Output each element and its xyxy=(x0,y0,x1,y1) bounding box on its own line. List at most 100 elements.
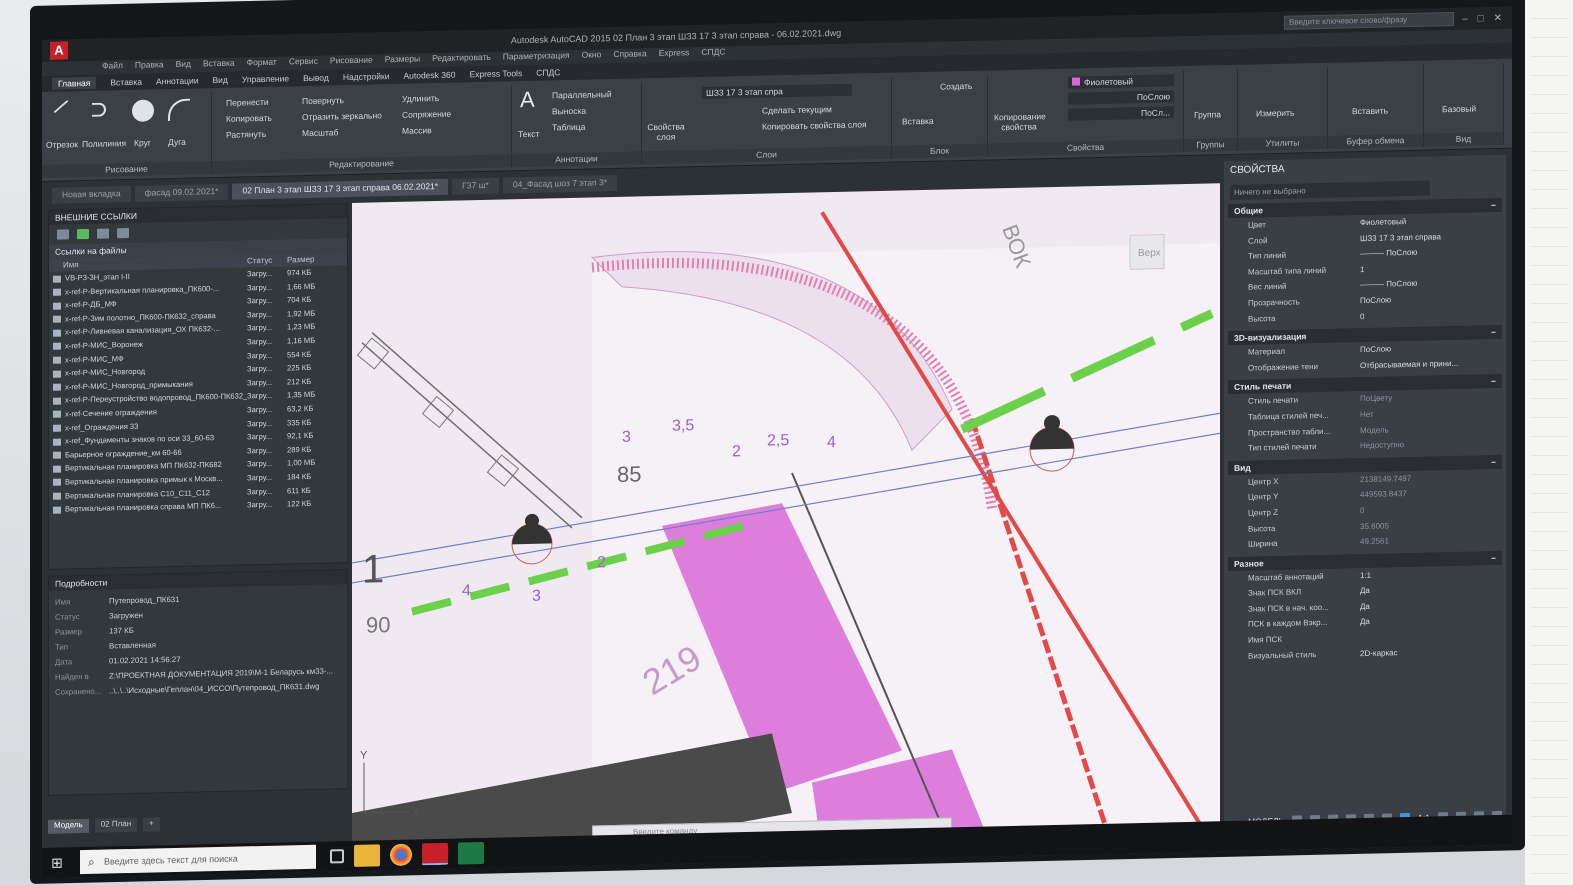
col-size[interactable]: Размер xyxy=(287,252,337,266)
circle-icon[interactable] xyxy=(132,99,154,122)
tool-layer-properties[interactable]: Свойства слоя xyxy=(646,121,686,142)
tool-rotate[interactable]: Повернуть xyxy=(302,95,344,106)
xref-status: Загру... xyxy=(247,472,273,483)
property-key: Визуальный стиль xyxy=(1248,649,1317,661)
tab-layout[interactable]: 02 План xyxy=(94,817,138,833)
tool-mirror[interactable]: Отразить зеркально xyxy=(302,110,382,122)
tool-extend[interactable]: Удлинить xyxy=(402,93,439,104)
drawing-canvas[interactable]: 85 3 3,5 2 2,5 4 2 4 3 1 90 219 ВОК Верх… xyxy=(352,183,1220,863)
selection-dropdown[interactable]: Ничего не выбрано xyxy=(1230,180,1430,201)
ribbon-tab[interactable]: СПДС xyxy=(536,67,560,78)
tool-make-current[interactable]: Сделать текущим xyxy=(762,104,832,116)
autocad-taskbar-icon[interactable] xyxy=(422,842,448,866)
tool-match-layer[interactable]: Копировать свойства слоя xyxy=(762,119,867,131)
close-icon[interactable]: ✕ xyxy=(1494,12,1502,23)
drawing-svg: 85 3 3,5 2 2,5 4 2 4 3 1 90 219 ВОК Верх… xyxy=(352,211,1220,863)
attach-dwg-icon[interactable] xyxy=(57,229,69,240)
tool-move[interactable]: Перенести xyxy=(226,97,269,108)
tool-circle[interactable]: Круг xyxy=(134,138,151,148)
layer-dropdown[interactable]: ШЗ3 17 3 этап спра xyxy=(702,83,852,100)
document-tab[interactable]: Новая вкладка xyxy=(52,185,131,204)
menu-item[interactable]: СПДС xyxy=(701,46,725,61)
tool-array[interactable]: Массив xyxy=(402,125,432,136)
help-search-input[interactable]: Введите ключевое слово/фразу xyxy=(1284,11,1454,30)
tool-scale[interactable]: Масштаб xyxy=(302,127,338,138)
tool-table[interactable]: Таблица xyxy=(552,122,585,133)
polyline-icon[interactable] xyxy=(92,102,106,117)
tool-leader[interactable]: Выноска xyxy=(552,106,586,117)
xref-name: VB-P3-3H_этап I-II xyxy=(65,272,130,283)
ribbon-tab[interactable]: Главная xyxy=(52,76,97,90)
menu-item[interactable]: Express xyxy=(659,47,690,62)
menu-item[interactable]: Вставка xyxy=(203,58,235,73)
xref-name: х-ref-Р-ДБ_МФ xyxy=(65,299,117,310)
text-icon[interactable]: A xyxy=(520,87,535,113)
detail-key: Имя xyxy=(55,597,71,607)
change-path-icon[interactable] xyxy=(97,228,109,239)
line-icon[interactable] xyxy=(53,99,69,114)
document-tab[interactable]: фасад 09.02.2021* xyxy=(134,183,229,202)
tool-match-properties[interactable]: Копирование свойства xyxy=(994,111,1046,132)
ribbon-tab[interactable]: Вид xyxy=(212,75,227,85)
tool-arc[interactable]: Дуга xyxy=(168,137,186,147)
group-label-clipboard: Буфер обмена xyxy=(1328,133,1423,149)
task-view-icon[interactable] xyxy=(330,849,344,864)
tool-polyline[interactable]: Полилиния xyxy=(82,138,126,149)
detail-key: Размер xyxy=(55,627,82,637)
menu-item[interactable]: Параметризация xyxy=(503,50,570,66)
menu-item[interactable]: Вид xyxy=(176,59,191,73)
tool-create-block[interactable]: Создать xyxy=(940,81,972,92)
tool-line[interactable]: Отрезок xyxy=(46,139,78,150)
col-status[interactable]: Статус xyxy=(247,253,287,267)
menu-item[interactable]: Размеры xyxy=(385,53,420,68)
tool-paste[interactable]: Вставить xyxy=(1352,105,1388,116)
refresh-icon[interactable] xyxy=(77,228,89,240)
ribbon-tab[interactable]: Вставка xyxy=(110,77,142,88)
maximize-icon[interactable]: □ xyxy=(1478,13,1484,24)
fence-posts xyxy=(356,337,520,487)
color-dropdown[interactable]: Фиолетовый xyxy=(1068,74,1174,89)
ribbon-tab[interactable]: Express Tools xyxy=(469,68,522,79)
tool-linear-dim[interactable]: Параллельный xyxy=(552,89,612,100)
menu-item[interactable]: Окно xyxy=(582,49,602,63)
menu-item[interactable]: Рисование xyxy=(330,54,373,69)
ribbon-tab[interactable]: Вывод xyxy=(303,72,329,83)
lineweight-dropdown[interactable]: ПоСл... xyxy=(1068,106,1174,121)
menu-item[interactable]: Сервис xyxy=(289,56,318,71)
chrome-icon[interactable] xyxy=(390,843,412,867)
tool-measure[interactable]: Измерить xyxy=(1256,108,1294,119)
dim-3: 3 xyxy=(622,429,631,446)
taskbar-search-input[interactable]: Введите здесь текст для поиска xyxy=(80,844,316,875)
tool-text[interactable]: Текст xyxy=(518,129,539,139)
property-value: Модель xyxy=(1360,424,1389,435)
ribbon-tab[interactable]: Управление xyxy=(242,73,289,84)
excel-icon[interactable] xyxy=(458,841,484,865)
tool-insert[interactable]: Вставка xyxy=(902,116,934,127)
help-icon[interactable] xyxy=(117,228,129,239)
autocad-logo-icon[interactable]: A xyxy=(50,41,68,60)
menu-item[interactable]: Справка xyxy=(613,48,646,63)
tool-base[interactable]: Базовый xyxy=(1442,103,1476,114)
windows-start-icon[interactable]: ⊞ xyxy=(42,854,72,872)
ribbon-tab[interactable]: Autodesk 360 xyxy=(403,70,455,81)
document-tab[interactable]: ГЗ7 ш* xyxy=(452,177,499,195)
add-layout-icon[interactable]: + xyxy=(143,817,160,832)
tool-stretch[interactable]: Растянуть xyxy=(226,129,266,140)
menu-item[interactable]: Редактировать xyxy=(432,52,491,67)
menu-item[interactable]: Файл xyxy=(102,60,123,74)
arc-icon[interactable] xyxy=(168,98,190,122)
linetype-dropdown[interactable]: ПоСлою xyxy=(1068,90,1174,105)
tool-fillet[interactable]: Сопряжение xyxy=(402,109,451,120)
ribbon-tab[interactable]: Надстройки xyxy=(343,71,390,82)
menu-item[interactable]: Правка xyxy=(135,59,164,74)
minimize-icon[interactable]: – xyxy=(1462,13,1468,24)
ribbon-tab[interactable]: Аннотации xyxy=(156,75,199,86)
file-explorer-icon[interactable] xyxy=(354,844,380,867)
document-tab[interactable]: 02 План 3 этап ШЗ3 17 3 этап справа 06.0… xyxy=(232,178,449,200)
tool-group[interactable]: Группа xyxy=(1194,109,1221,120)
tab-model[interactable]: Модель xyxy=(48,818,89,834)
dwg-file-icon xyxy=(53,465,61,473)
tool-copy[interactable]: Копировать xyxy=(226,113,272,124)
menu-item[interactable]: Формат xyxy=(247,57,277,72)
document-tab[interactable]: 04_Фасад шоз 7 этап 3* xyxy=(502,174,618,194)
